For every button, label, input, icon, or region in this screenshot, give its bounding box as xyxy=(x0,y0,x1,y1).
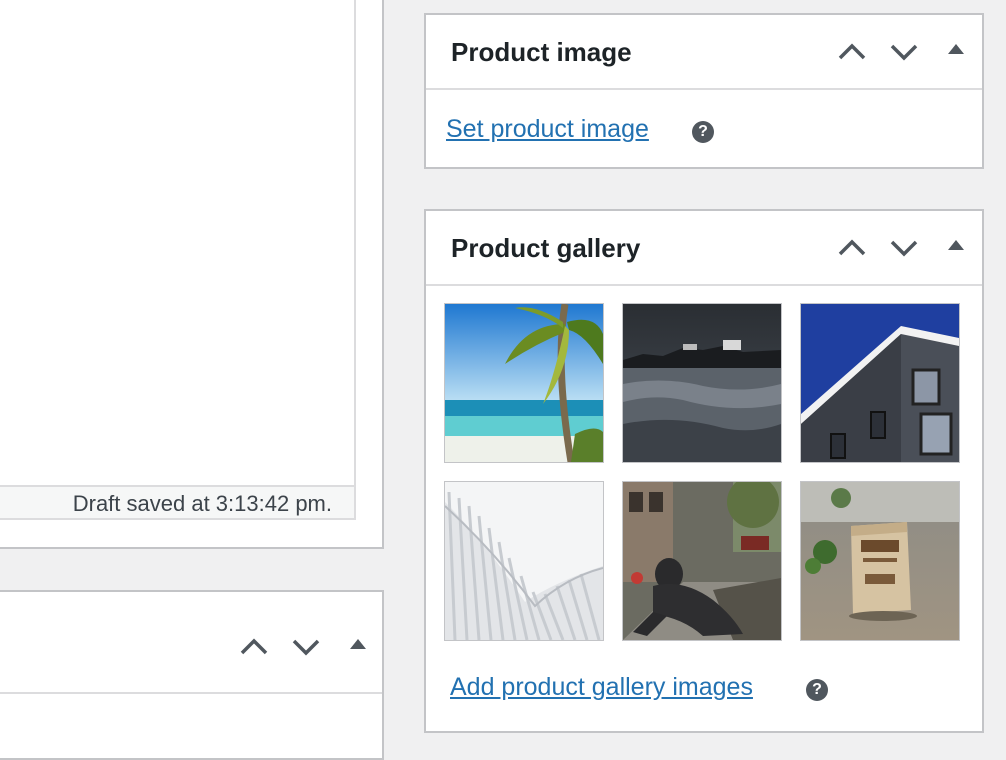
gallery-thumbnail-beach[interactable] xyxy=(444,303,604,463)
chevron-down-icon xyxy=(890,240,918,257)
chevron-up-icon xyxy=(838,239,866,256)
draft-saved-status: Draft saved at 3:13:42 pm. xyxy=(72,491,332,516)
triangle-up-icon xyxy=(350,639,366,649)
product-image-title: Product image xyxy=(451,37,632,67)
modern-building-image xyxy=(801,304,959,462)
product-gallery-header: Product gallery xyxy=(426,211,982,286)
gallery-thumbnail-white-architecture[interactable] xyxy=(444,481,604,641)
lower-metabox xyxy=(0,590,384,760)
product-image-toggle-button[interactable] xyxy=(936,32,976,72)
gallery-thumbnail-coast[interactable] xyxy=(622,303,782,463)
add-product-gallery-images-link[interactable]: Add product gallery images xyxy=(450,673,753,702)
chevron-down-icon xyxy=(890,44,918,61)
triangle-up-icon xyxy=(948,44,964,54)
help-icon[interactable]: ? xyxy=(692,121,714,143)
product-image-metabox: Product image Set product image ? xyxy=(424,13,984,169)
chevron-down-icon xyxy=(292,639,320,656)
gallery-thumbnail-coffee-bag[interactable] xyxy=(800,481,960,641)
white-architecture-image xyxy=(445,482,603,640)
product-gallery-metabox: Product gallery Add product gallery imag… xyxy=(424,209,984,733)
product-gallery-title: Product gallery xyxy=(451,233,641,263)
product-image-move-down-button[interactable] xyxy=(884,32,924,72)
product-gallery-move-down-button[interactable] xyxy=(884,228,924,268)
help-icon[interactable]: ? xyxy=(806,679,828,701)
product-gallery-move-up-button[interactable] xyxy=(832,228,872,268)
tropical-beach-image xyxy=(445,304,603,462)
coffee-beans-bag-image xyxy=(801,482,959,640)
gallery-thumbnail-building[interactable] xyxy=(800,303,960,463)
editor-content-area[interactable] xyxy=(0,0,356,487)
product-image-move-up-button[interactable] xyxy=(832,32,872,72)
chevron-up-icon xyxy=(838,43,866,60)
editor-panel: Draft saved at 3:13:42 pm. xyxy=(0,0,384,549)
product-gallery-toggle-button[interactable] xyxy=(936,228,976,268)
chevron-up-icon xyxy=(240,638,268,655)
editor-status-bar: Draft saved at 3:13:42 pm. xyxy=(0,485,356,520)
lower-toggle-button[interactable] xyxy=(338,627,378,667)
product-image-header: Product image xyxy=(426,15,982,90)
set-product-image-link[interactable]: Set product image xyxy=(446,115,649,144)
lower-move-up-button[interactable] xyxy=(234,627,274,667)
misty-coast-image xyxy=(623,304,781,462)
lower-metabox-header xyxy=(0,592,382,694)
triangle-up-icon xyxy=(948,240,964,250)
gallery-thumbnail-bear-statue[interactable] xyxy=(622,481,782,641)
bear-statue-image xyxy=(623,482,781,640)
lower-move-down-button[interactable] xyxy=(286,627,326,667)
